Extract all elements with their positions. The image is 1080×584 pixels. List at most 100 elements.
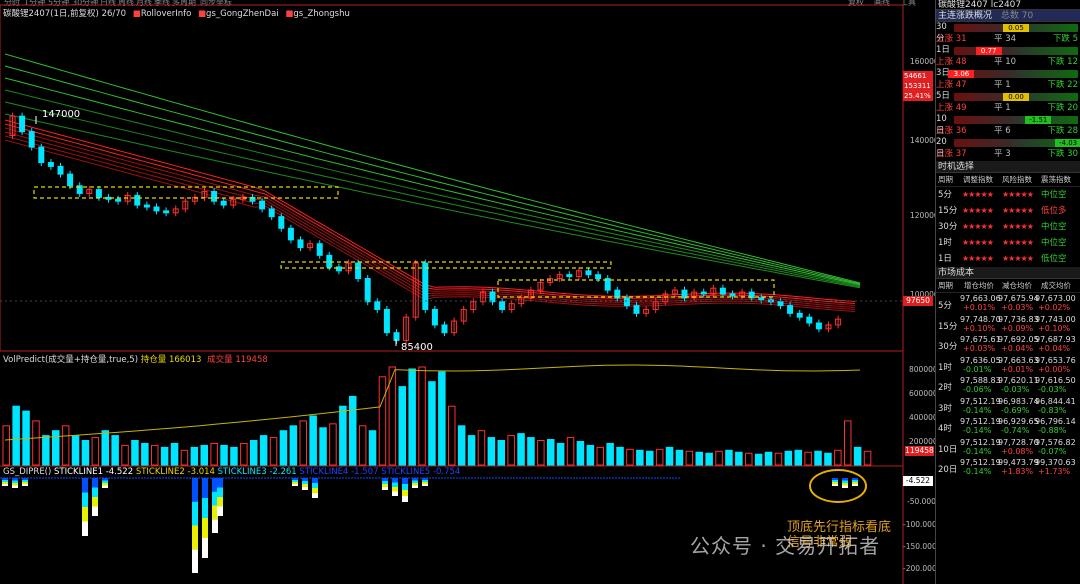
dip-stick-segment xyxy=(292,482,298,484)
volume-bar xyxy=(685,450,694,466)
dip-stick-segment xyxy=(422,482,428,484)
volume-bar xyxy=(438,371,446,466)
dip-stick-segment xyxy=(202,478,208,498)
cost-price: 97,673.00 xyxy=(1035,294,1076,303)
volume-bar xyxy=(319,427,327,466)
volume-bar xyxy=(487,437,496,466)
oi-label: 持仓量 xyxy=(140,355,167,365)
cost-row[interactable]: 20日 97,512.19 99,473.79 99,370.63 -0.14% +1.8… xyxy=(936,457,1080,478)
change-track: 0.00 xyxy=(954,93,1078,101)
cost-change: +0.03% xyxy=(1001,303,1034,312)
volume-bar xyxy=(190,446,199,466)
legend-gongzhendai[interactable]: gs_GongZhenDai xyxy=(206,9,279,19)
overview-bar-row[interactable]: 5日 0.00 xyxy=(936,91,1080,103)
overview-bar-row[interactable]: 20日 -4.03 xyxy=(936,137,1080,159)
candle-body xyxy=(28,131,35,148)
change-value: -1.51 xyxy=(1025,116,1052,124)
cost-price: 97,512.19 xyxy=(960,458,1001,467)
candle-body xyxy=(67,173,74,187)
overview-bar-row[interactable]: 30分 0.05 xyxy=(936,22,1080,44)
timing-col-3: 风险指数 xyxy=(1002,175,1032,184)
price-pane-frame xyxy=(0,4,904,352)
volume-bar xyxy=(715,450,723,466)
flat-count: 平 1 xyxy=(994,79,1011,90)
cost-change: +0.01% xyxy=(1001,364,1034,374)
vol-tick-3: 400000 xyxy=(909,413,938,422)
timing-state: 中位空 xyxy=(1041,222,1067,232)
dip-stick-segment xyxy=(192,478,198,502)
timing-list: 5分 ★★★★★ ★★★★★ 中位空 15分 ★★★★★ ★★★★★ 低位多 30分 ★★★★★ ★… xyxy=(936,187,1080,267)
dip-stick-segment xyxy=(22,484,28,486)
legend-zhongshu[interactable]: gs_Zhongshu xyxy=(293,9,349,19)
cost-period: 4时 xyxy=(938,424,952,434)
cost-row[interactable]: 4时 97,512.19 96,929.65 96,796.14 -0.14% -0.74… xyxy=(936,416,1080,437)
chart-canvas[interactable] xyxy=(0,0,935,584)
cost-row[interactable]: 2时 97,588.83 97,620.11 97,616.50 -0.06% -0.03… xyxy=(936,375,1080,396)
timing-row[interactable]: 5分 ★★★★★ ★★★★★ 中位空 xyxy=(936,187,1080,203)
cost-row[interactable]: 1时 97,636.05 97,663.63 97,653.76 -0.01% +0.01… xyxy=(936,355,1080,376)
section-cost-header[interactable]: 市场成本 xyxy=(936,267,1080,279)
overview-bar-row[interactable]: 10日 -1.51 xyxy=(936,114,1080,136)
cost-period: 20日 xyxy=(938,465,958,475)
cost-change: -0.14% xyxy=(963,405,992,415)
timing-row[interactable]: 1日 ★★★★★ ★★★★★ 低位空 xyxy=(936,251,1080,267)
cost-period: 15分 xyxy=(938,321,958,332)
dip-stick-segment xyxy=(302,487,308,490)
timing-period: 5分 xyxy=(938,190,952,200)
cost-row[interactable]: 5分 97,663.06 97,675.94 97,673.00 +0.01% +0.03… xyxy=(936,293,1080,314)
overview-bar-row[interactable]: 3日 3.06 xyxy=(936,68,1080,80)
candle-body xyxy=(134,194,141,206)
volume-bar xyxy=(675,449,684,466)
timing-row[interactable]: 15分 ★★★★★ ★★★★★ 低位多 xyxy=(936,203,1080,219)
cost-row[interactable]: 30分 97,675.61 97,692.05 97,687.93 +0.03% +0.0… xyxy=(936,334,1080,355)
risk-stars: ★★★★★ xyxy=(1002,206,1034,215)
cost-period: 3时 xyxy=(938,403,952,414)
cost-row[interactable]: 15分 97,748.70 97,736.83 97,743.00 +0.10% +0.0… xyxy=(936,314,1080,335)
volume-bar xyxy=(626,448,634,466)
dip-stick-segment xyxy=(82,521,88,536)
up-count: 上涨 36 xyxy=(936,125,967,136)
timing-col-4: 震荡指数 xyxy=(1041,175,1071,184)
risk-stars: ★★★★★ xyxy=(1002,254,1034,263)
overview-bar-row[interactable]: 1日 0.77 xyxy=(936,45,1080,57)
overview-list: 30分 0.05 上涨 31 平 34 下跌 5 1日 0.77 上涨 48 平 10 下跌 12… xyxy=(936,22,1080,160)
cost-change: -0.74% xyxy=(1001,426,1030,435)
timing-row[interactable]: 30分 ★★★★★ ★★★★★ 中位空 xyxy=(936,219,1080,235)
legend-rollover[interactable]: RolloverInfo xyxy=(141,9,192,19)
cost-col-3: 减仓均价 xyxy=(1002,281,1032,290)
timing-row[interactable]: 1时 ★★★★★ ★★★★★ 中位空 xyxy=(936,235,1080,251)
ma-green-line xyxy=(4,53,861,284)
volume-bar xyxy=(695,451,703,466)
cost-change: +0.04% xyxy=(1038,344,1071,353)
oi-value: 166013 xyxy=(168,355,202,365)
dip-stick-segment xyxy=(292,480,298,482)
section-timing-header[interactable]: 时机选择 xyxy=(936,161,1080,173)
volume-bar xyxy=(745,452,753,466)
dip-stick-segment xyxy=(302,484,308,487)
cost-price: 97,736.83 xyxy=(998,314,1039,324)
cost-row[interactable]: 10日 97,512.19 97,728.70 97,576.82 -0.14% +0.0… xyxy=(936,437,1080,458)
low-annotation: 85400 xyxy=(401,342,433,353)
volume-bar xyxy=(91,437,100,466)
dip-stick-segment xyxy=(392,491,398,496)
timing-period: 30分 xyxy=(938,222,958,232)
volume-bar xyxy=(160,446,169,466)
cost-change: +1.73% xyxy=(1038,467,1071,476)
period-label: 5日 xyxy=(936,91,950,101)
dip-stick-segment xyxy=(382,484,388,487)
cost-change: +0.10% xyxy=(1038,323,1071,333)
candle-body xyxy=(815,322,822,330)
volume-bar xyxy=(121,444,129,466)
chart-area[interactable]: 碳酸锂2407(1日,前复权) 26/70 ■RolloverInfo ■gs_… xyxy=(0,0,939,584)
section-overview-header[interactable]: 主连涨跌概况 总数 70 xyxy=(936,10,1080,22)
cost-period: 5分 xyxy=(938,301,952,311)
dip-stick-segment xyxy=(292,484,298,486)
ma-red-line xyxy=(4,119,856,302)
cost-price: 97,620.11 xyxy=(998,376,1039,385)
dip-legend: GS_DIPRE() STICKLINE1 -4.522 STICKLINE2 … xyxy=(3,467,460,477)
dip-stick-segment xyxy=(2,484,8,486)
cost-row[interactable]: 3时 97,512.19 96,983.74 96,844.41 -0.14% -0.69… xyxy=(936,396,1080,417)
volume-bar xyxy=(151,444,159,466)
timing-col-1: 周期 xyxy=(938,175,953,184)
down-count: 下跌 22 xyxy=(1047,79,1078,90)
